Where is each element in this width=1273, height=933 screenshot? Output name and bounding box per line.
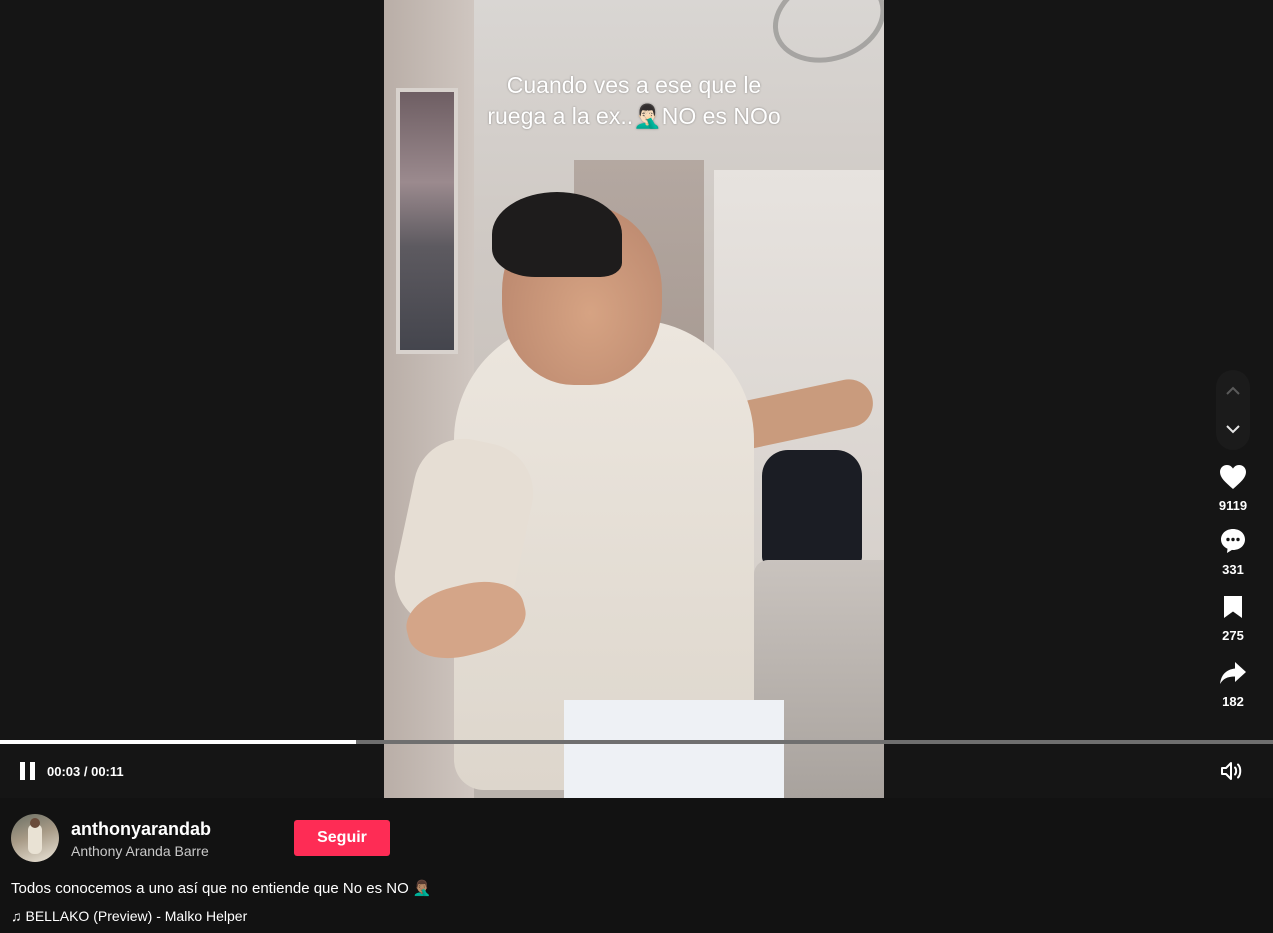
comment-button[interactable]: 331 <box>1208 524 1258 577</box>
volume-icon <box>1221 762 1242 780</box>
video-player[interactable]: Cuando ves a ese que le ruega a la ex..🤦… <box>0 0 1273 798</box>
avatar[interactable] <box>11 814 59 862</box>
music-title[interactable]: BELLAKO (Preview) - Malko Helper <box>26 908 248 924</box>
previous-video-button[interactable] <box>1216 372 1250 410</box>
next-video-button[interactable] <box>1216 410 1250 448</box>
caption-line: ruega a la ex..🤦🏻‍♂️NO es NOo <box>487 103 781 129</box>
video-info: anthonyarandab Anthony Aranda Barre Segu… <box>0 798 1273 933</box>
avatar-figure <box>30 818 40 828</box>
follow-button[interactable]: Seguir <box>294 820 390 856</box>
person-pants <box>564 700 784 798</box>
like-count: 9119 <box>1218 498 1248 513</box>
comment-icon <box>1221 529 1245 553</box>
progress-fill <box>0 740 357 744</box>
pause-icon <box>19 762 25 780</box>
comment-count: 331 <box>1222 562 1244 577</box>
video-description: Todos conocemos a uno así que no entiend… <box>11 880 432 897</box>
progress-bar[interactable] <box>0 740 1273 744</box>
author-display-name[interactable]: Anthony Aranda Barre <box>71 843 209 859</box>
music-note-icon: ♫ <box>11 908 22 924</box>
caption-line: Cuando ves a ese que le <box>506 72 762 98</box>
time-display: 00:03 / 00:11 <box>47 764 124 779</box>
share-count: 182 <box>1222 694 1244 709</box>
share-button[interactable]: 182 <box>1208 656 1258 709</box>
like-button[interactable]: 9119 <box>1208 460 1258 513</box>
chevron-up-icon <box>1226 386 1240 395</box>
author-username[interactable]: anthonyarandab <box>71 819 211 840</box>
avatar-figure <box>28 824 42 854</box>
pause-icon <box>29 762 35 780</box>
video-frame[interactable]: Cuando ves a ese que le ruega a la ex..🤦… <box>384 0 884 798</box>
volume-button[interactable] <box>1220 760 1246 784</box>
save-button[interactable]: 275 <box>1208 590 1258 643</box>
scene-lamp <box>761 0 884 77</box>
heart-icon <box>1220 465 1246 489</box>
chevron-down-icon <box>1226 425 1240 434</box>
save-count: 275 <box>1222 628 1244 643</box>
pause-button[interactable] <box>16 760 38 782</box>
person-hair <box>492 192 622 277</box>
share-icon <box>1220 662 1246 684</box>
video-navigation <box>1216 370 1250 450</box>
video-caption: Cuando ves a ese que le ruega a la ex..🤦… <box>434 70 834 132</box>
music-link[interactable]: ♫ BELLAKO (Preview) - Malko Helper <box>11 908 247 924</box>
scene-bag <box>762 450 862 565</box>
bookmark-icon <box>1224 596 1242 618</box>
